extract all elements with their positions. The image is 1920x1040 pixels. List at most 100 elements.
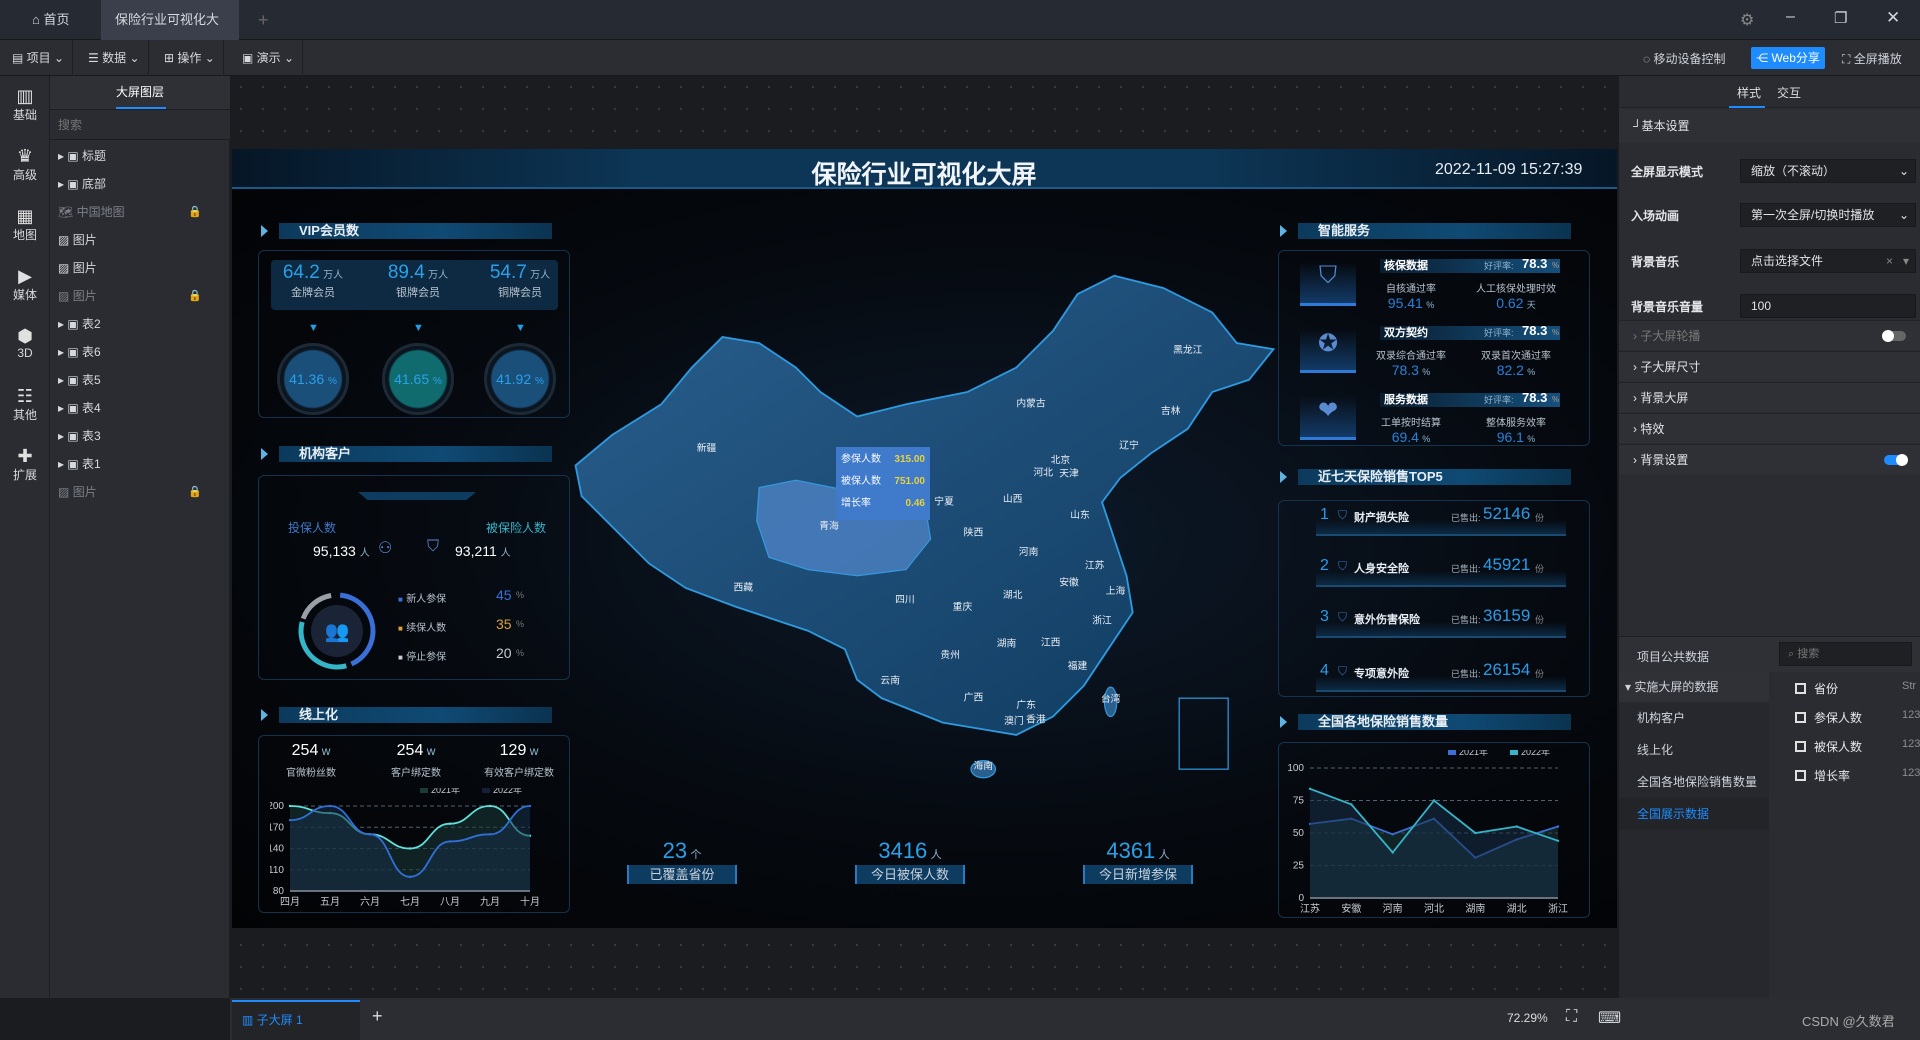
settings-section[interactable]: › 背景大屏	[1619, 382, 1920, 412]
service-metric: 自核通过率 95.41 %	[1386, 284, 1436, 311]
layer-item[interactable]: ▨ 图片	[50, 226, 230, 254]
layer-item[interactable]: ▸ ▣ 表6	[50, 338, 230, 366]
layer-item[interactable]: ▨ 图片	[50, 254, 230, 282]
tab-home[interactable]: ⌂ 首页	[18, 0, 83, 40]
checkbox[interactable]	[1795, 712, 1806, 723]
sub-screen-tab[interactable]: ▥ 子大屏 1	[232, 1000, 360, 1040]
x-tick-label: 浙江	[1548, 903, 1568, 915]
cube-icon: ⬢	[17, 326, 33, 346]
shield-check-icon: ⛉	[1338, 610, 1348, 624]
lock-icon: 🔒	[188, 290, 202, 302]
layer-item[interactable]: ▨ 图片 🔒	[50, 478, 230, 506]
web-share-button[interactable]: ⋲ Web分享	[1751, 47, 1825, 69]
keyboard-icon[interactable]: ⌨	[1598, 1008, 1621, 1028]
basic-settings-header[interactable]: ┘基本设置	[1619, 109, 1920, 143]
y-tick-label: 50	[1293, 828, 1305, 839]
data-field[interactable]: 省份 Str	[1619, 680, 1920, 700]
rail-media[interactable]: ▶ 媒体	[0, 266, 50, 303]
layer-item[interactable]: 🗺 中国地图 🔒	[50, 198, 230, 226]
checkbox[interactable]	[1795, 741, 1806, 752]
public-data-header: 项目公共数据 ⌕ 搜索	[1619, 636, 1920, 672]
group-icon: ▸ ▣	[58, 429, 79, 443]
tab-interaction[interactable]: 交互	[1777, 84, 1801, 101]
breakdown-item: ■ 新人参保 45%	[398, 587, 525, 605]
setting-row: 入场动画 第一次全屏/切换时播放 ⌄	[1619, 203, 1920, 227]
data-field[interactable]: 参保人数 123	[1619, 709, 1920, 729]
mobile-control-button[interactable]: ◌ 移动设备控制	[1643, 50, 1725, 67]
setting-input[interactable]: 第一次全屏/切换时播放 ⌄	[1740, 203, 1916, 227]
layer-item[interactable]: ▸ ▣ 底部	[50, 170, 230, 198]
rail-basic[interactable]: ▥ 基础	[0, 86, 50, 123]
top5-item: 1 ⛉ 财产损失险 已售出: 52146 份	[1316, 504, 1566, 536]
menu-present[interactable]: ▣ 演示 ⌄	[234, 40, 304, 76]
setting-row: 背景音乐 点击选择文件 × ▾	[1619, 249, 1920, 273]
settings-section[interactable]: › 子大屏轮播	[1619, 320, 1920, 350]
sales-area-chart: 0 25 50 75 100 江苏 安徽 河南 河北 湖南 湖北 浙江 2021年 2022年	[1287, 750, 1568, 915]
y-tick-label: 0	[1298, 893, 1304, 904]
settings-section[interactable]: › 特效	[1619, 413, 1920, 443]
setting-input[interactable]: 点击选择文件 × ▾	[1740, 249, 1916, 273]
rail-advanced[interactable]: ♛ 高级	[0, 146, 50, 183]
layer-item[interactable]: ▸ ▣ 表5	[50, 366, 230, 394]
institution-donut: 👥	[298, 592, 376, 670]
service-header: 智能服务	[1280, 223, 1571, 239]
map-icon: ▦	[16, 206, 34, 226]
layer-item[interactable]: ▸ ▣ 表2	[50, 310, 230, 338]
menu-data[interactable]: ☰ 数据 ⌄	[80, 40, 149, 76]
screen-icon: ▥	[242, 1013, 257, 1027]
minimize-icon[interactable]: –	[1786, 8, 1795, 26]
rail-3d[interactable]: ⬢ 3D	[0, 326, 50, 360]
legend-label: 2022年	[493, 788, 522, 795]
new-tab-button[interactable]: +	[244, 0, 283, 40]
y-tick-label: 100	[1287, 763, 1304, 774]
service-row-header: 核保数据 好评率: 78.3%	[1380, 257, 1560, 273]
layer-item[interactable]: ▸ ▣ 表4	[50, 394, 230, 422]
data-point	[1515, 825, 1518, 828]
restore-icon[interactable]: ❐	[1834, 9, 1847, 27]
vip-stat: 64.2 万人 金牌会员	[282, 262, 344, 299]
toggle-switch[interactable]	[1882, 330, 1906, 342]
tab-dashboard[interactable]: 保险行业可视化大屏 ●	[101, 0, 239, 67]
layer-item[interactable]: ▸ ▣ 表3	[50, 422, 230, 450]
data-field[interactable]: 被保人数 123	[1619, 738, 1920, 758]
tab-style[interactable]: 样式	[1737, 84, 1761, 101]
layer-item[interactable]: ▸ ▣ 标题	[50, 142, 230, 170]
legend-swatch	[482, 788, 490, 793]
menu-operate[interactable]: ⊞ 操作 ⌄	[156, 40, 224, 76]
toggle-switch[interactable]	[1884, 454, 1908, 466]
checkbox[interactable]	[1795, 770, 1806, 781]
fit-screen-icon[interactable]: ⛶	[1566, 1008, 1577, 1026]
setting-input[interactable]: 100	[1740, 294, 1916, 318]
rail-other[interactable]: ☷ 其他	[0, 386, 50, 423]
clear-icon: ×	[1885, 254, 1893, 268]
setting-input[interactable]: 缩放（不滚动） ⌄	[1740, 159, 1916, 183]
data-point	[1556, 839, 1560, 842]
breakdown-item: ■ 停止参保 20%	[398, 645, 525, 663]
fullscreen-button[interactable]: ⛶ 全屏播放	[1842, 50, 1902, 67]
checkbox[interactable]	[1795, 683, 1806, 694]
settings-section[interactable]: › 背景设置	[1619, 444, 1920, 474]
layers-search-input[interactable]	[50, 110, 230, 140]
settings-icon[interactable]: ⚙	[1740, 10, 1754, 30]
data-point	[1391, 833, 1394, 836]
layers-tab[interactable]: 大屏图层	[50, 76, 230, 110]
menu-project[interactable]: ▤ 项目 ⌄	[4, 40, 74, 76]
layer-item[interactable]: ▸ ▣ 表1	[50, 450, 230, 478]
y-tick-label: 140	[270, 844, 284, 855]
add-sub-screen-button[interactable]: +	[372, 1006, 383, 1027]
chevron-down-icon: ⌄	[1898, 208, 1909, 222]
data-search-input[interactable]: ⌕ 搜索	[1779, 642, 1912, 666]
layer-item[interactable]: ▨ 图片 🔒	[50, 282, 230, 310]
top5-item: 3 ⛉ 意外伤害保险 已售出: 36159 份	[1316, 606, 1566, 638]
close-icon[interactable]: ✕	[1886, 8, 1900, 28]
data-field[interactable]: 增长率 123	[1619, 767, 1920, 787]
rail-map[interactable]: ▦ 地图	[0, 206, 50, 243]
x-tick-label: 九月	[480, 896, 500, 908]
bottom-stat: 23 个已覆盖省份	[627, 838, 737, 884]
data-source-item[interactable]: 全国展示数据	[1619, 798, 1769, 830]
service-metric: 人工核保处理时效 0.62 天	[1476, 284, 1556, 311]
rail-extension[interactable]: ✚ 扩展	[0, 446, 50, 483]
x-tick-label: 河北	[1424, 903, 1444, 915]
decor-bar	[358, 492, 476, 500]
settings-section[interactable]: › 子大屏尺寸	[1619, 351, 1920, 381]
